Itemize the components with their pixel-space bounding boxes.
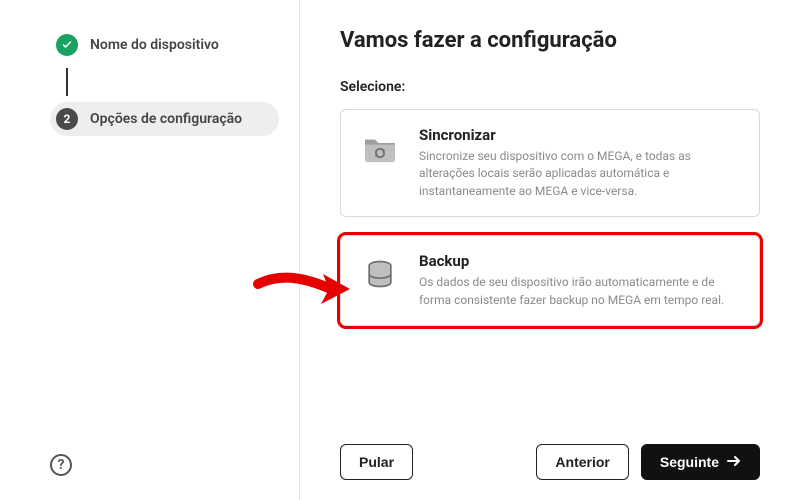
option-sync[interactable]: Sincronizar Sincronize seu dispositivo c… (340, 109, 760, 217)
sidebar: Nome do dispositivo 2 Opções de configur… (0, 0, 300, 500)
options-list: Sincronizar Sincronize seu dispositivo c… (340, 109, 760, 326)
check-icon (56, 34, 78, 56)
step-device-name[interactable]: Nome do dispositivo (50, 28, 279, 62)
folder-sync-icon (359, 126, 401, 200)
database-icon (359, 252, 401, 309)
select-prompt: Selecione: (340, 79, 760, 95)
help-button[interactable]: ? (50, 454, 72, 476)
skip-label: Pular (359, 454, 394, 470)
main-panel: Vamos fazer a configuração Selecione: (300, 0, 800, 500)
prev-button[interactable]: Anterior (536, 444, 628, 480)
skip-button[interactable]: Pular (340, 444, 413, 480)
step-number-badge: 2 (56, 108, 78, 130)
help-icon: ? (58, 457, 65, 473)
next-label: Seguinte (660, 454, 719, 470)
arrow-right-icon (727, 454, 741, 470)
step-label: Nome do dispositivo (90, 37, 219, 53)
page-title: Vamos fazer a configuração (340, 28, 760, 53)
footer: Pular Anterior Seguinte (340, 424, 760, 480)
option-backup[interactable]: Backup Os dados de seu dispositivo irão … (340, 235, 760, 326)
option-sync-title: Sincronizar (419, 126, 741, 144)
next-button[interactable]: Seguinte (641, 444, 760, 480)
prev-label: Anterior (555, 454, 609, 470)
option-backup-title: Backup (419, 252, 741, 270)
step-connector (66, 68, 68, 96)
option-backup-desc: Os dados de seu dispositivo irão automat… (419, 274, 741, 309)
step-setup-options[interactable]: 2 Opções de configuração (50, 102, 279, 136)
step-label: Opções de configuração (90, 111, 242, 127)
option-sync-desc: Sincronize seu dispositivo com o MEGA, e… (419, 148, 741, 200)
